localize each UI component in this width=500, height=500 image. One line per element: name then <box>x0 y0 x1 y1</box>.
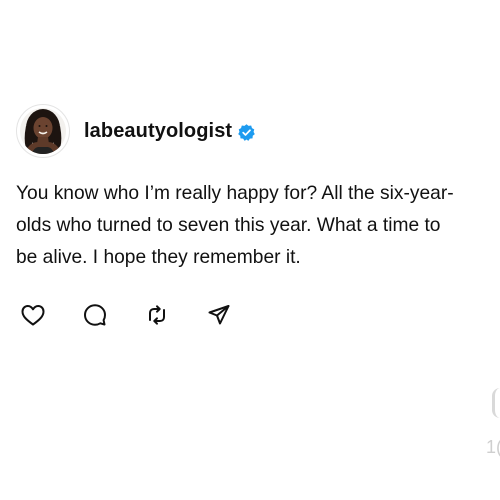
like-button[interactable] <box>20 302 46 328</box>
post-header: labeautyologist <box>16 103 486 159</box>
edge-partial-shape <box>492 388 500 418</box>
repost-icon <box>149 305 165 325</box>
edge-partial-number: 1( <box>485 437 500 457</box>
post-card: labeautyologist You know who I’m really … <box>16 103 486 328</box>
verified-badge-icon <box>237 123 256 142</box>
comment-bubble-icon <box>84 304 106 326</box>
share-button[interactable] <box>206 302 232 328</box>
send-icon <box>208 305 230 325</box>
post-screenshot: labeautyologist You know who I’m really … <box>0 0 500 500</box>
post-actions <box>16 302 486 328</box>
post-body-text: You know who I’m really happy for? All t… <box>16 183 454 268</box>
heart-icon <box>21 305 45 326</box>
avatar[interactable] <box>16 104 70 158</box>
comment-button[interactable] <box>82 302 108 328</box>
profile-photo-icon <box>20 108 66 154</box>
repost-button[interactable] <box>144 302 170 328</box>
username[interactable]: labeautyologist <box>84 120 232 143</box>
